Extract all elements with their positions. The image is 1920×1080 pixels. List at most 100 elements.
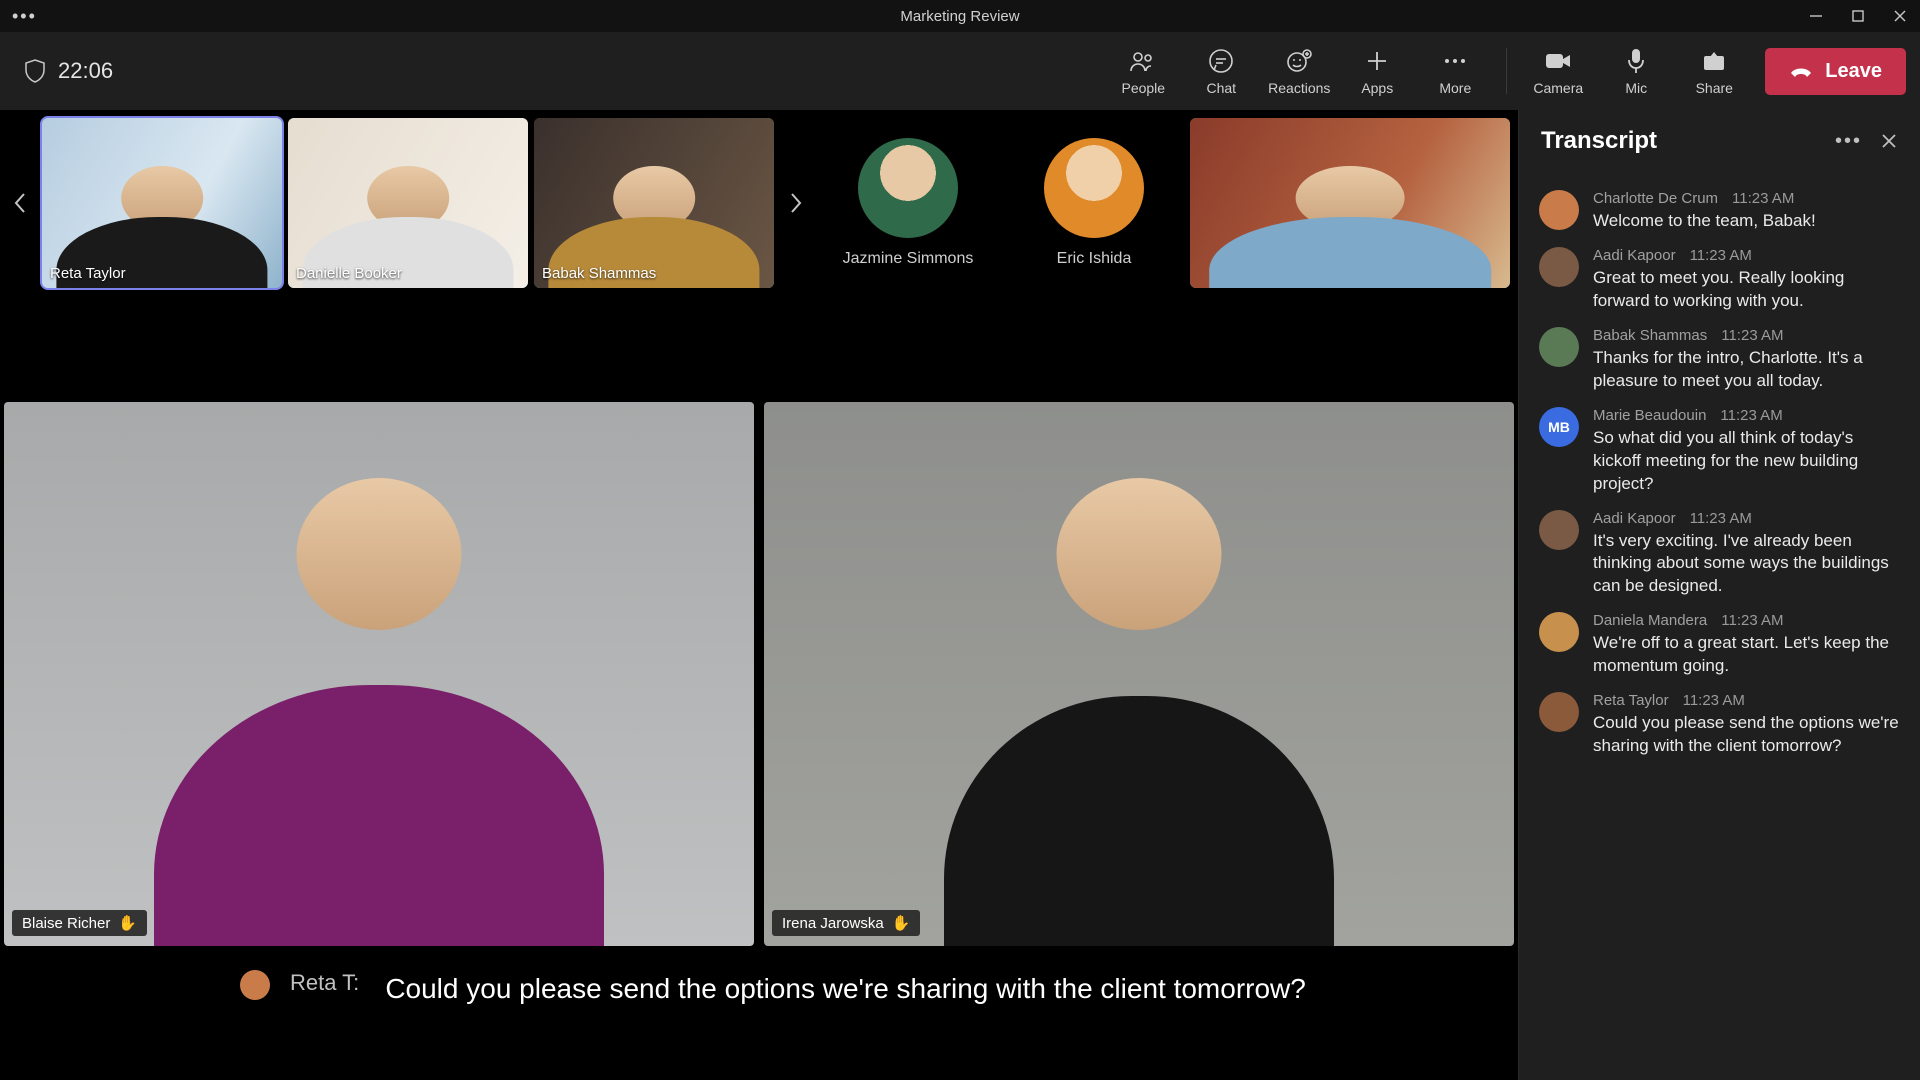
transcript-avatar: MB [1539, 407, 1579, 447]
transcript-speaker: Reta Taylor [1593, 692, 1669, 709]
participant-name: Babak Shammas [542, 265, 656, 282]
participant-tile[interactable]: Danielle Booker [288, 118, 528, 288]
transcript-item: Charlotte De Crum 11:23 AM Welcome to the … [1539, 190, 1900, 233]
participant-strip: Reta Taylor Danielle Booker Babak Shamma… [0, 110, 1518, 292]
caption-speaker: Reta T: [290, 970, 359, 996]
participant-name: Danielle Booker [296, 265, 402, 282]
participant-name: Jazmine Simmons [843, 250, 974, 268]
chat-button[interactable]: Chat [1184, 36, 1258, 106]
apps-button[interactable]: Apps [1340, 36, 1414, 106]
transcript-speaker: Aadi Kapoor [1593, 247, 1676, 264]
transcript-time: 11:23 AM [1690, 510, 1752, 527]
strip-next[interactable] [780, 118, 812, 288]
main-video-row: Blaise Richer ✋ Irena Jarowska ✋ [0, 292, 1518, 950]
action-label: Mic [1625, 80, 1647, 96]
reactions-button[interactable]: Reactions [1262, 36, 1336, 106]
participant-tile[interactable]: Reta Taylor [42, 118, 282, 288]
transcript-time: 11:23 AM [1720, 407, 1782, 424]
plus-icon [1366, 46, 1388, 76]
separator [1506, 48, 1507, 94]
transcript-body[interactable]: Charlotte De Crum 11:23 AM Welcome to the … [1519, 172, 1920, 1080]
camera-icon [1544, 46, 1572, 76]
transcript-text: So what did you all think of today's kic… [1593, 427, 1900, 496]
more-icon [1443, 46, 1467, 76]
shield-icon [24, 59, 46, 83]
transcript-speaker: Daniela Mandera [1593, 612, 1707, 629]
close-icon[interactable] [1892, 8, 1908, 24]
speaker-tile[interactable]: Irena Jarowska ✋ [764, 402, 1514, 946]
participant-name: Irena Jarowska [782, 915, 884, 932]
transcript-text: Could you please send the options we're … [1593, 712, 1900, 758]
participant-name: Eric Ishida [1057, 250, 1132, 268]
participant-name: Reta Taylor [50, 265, 126, 282]
transcript-more-icon[interactable]: ••• [1835, 130, 1862, 153]
avatar [1044, 138, 1144, 238]
participant-avatar[interactable]: Eric Ishida [1004, 118, 1184, 288]
caption-text: Could you please send the options we're … [385, 970, 1306, 1008]
action-label: Share [1696, 80, 1733, 96]
participant-avatar[interactable]: Jazmine Simmons [818, 118, 998, 288]
transcript-text: Thanks for the intro, Charlotte. It's a … [1593, 347, 1900, 393]
hangup-icon [1789, 63, 1813, 79]
transcript-time: 11:23 AM [1721, 327, 1783, 344]
hand-icon: ✋ [118, 914, 137, 932]
transcript-item: Aadi Kapoor11:23 AMIt's very exciting. I… [1539, 510, 1900, 599]
live-caption-bar: Reta T: Could you please send the option… [0, 950, 1518, 1080]
transcript-avatar [1539, 190, 1579, 230]
more-button[interactable]: More [1418, 36, 1492, 106]
chat-icon [1208, 46, 1234, 76]
transcript-avatar [1539, 327, 1579, 367]
caption-avatar [240, 970, 270, 1000]
maximize-icon[interactable] [1850, 8, 1866, 24]
action-label: People [1121, 80, 1165, 96]
leave-button[interactable]: Leave [1765, 48, 1906, 95]
participant-tile[interactable] [1190, 118, 1510, 288]
window-title: Marketing Review [900, 8, 1019, 25]
participant-name: Blaise Richer [22, 915, 110, 932]
action-label: Camera [1533, 80, 1583, 96]
transcript-avatar [1539, 247, 1579, 287]
transcript-time: 11:23 AM [1683, 692, 1745, 709]
transcript-speaker: Marie Beaudouin [1593, 407, 1706, 424]
transcript-avatar [1539, 612, 1579, 652]
transcript-title: Transcript [1541, 127, 1657, 155]
speaker-tile[interactable]: Blaise Richer ✋ [4, 402, 754, 946]
share-icon [1702, 46, 1726, 76]
name-tag: Blaise Richer ✋ [12, 910, 147, 936]
transcript-avatar [1539, 510, 1579, 550]
transcript-item: Daniela Mandera11:23 AMWe're off to a gr… [1539, 612, 1900, 678]
transcript-time: 11:23 AM [1732, 190, 1794, 207]
reactions-icon [1285, 46, 1313, 76]
share-button[interactable]: Share [1677, 36, 1751, 106]
action-label: More [1439, 80, 1471, 96]
transcript-speaker: Aadi Kapoor [1593, 510, 1676, 527]
minimize-icon[interactable] [1808, 8, 1824, 24]
transcript-avatar [1539, 692, 1579, 732]
participant-tile[interactable]: Babak Shammas [534, 118, 774, 288]
camera-button[interactable]: Camera [1521, 36, 1595, 106]
app-menu-icon[interactable]: ••• [12, 6, 37, 27]
transcript-item: Babak Shammas 11:23 AM Thanks for the intr… [1539, 327, 1900, 393]
name-tag: Irena Jarowska ✋ [772, 910, 920, 936]
transcript-speaker: Babak Shammas [1593, 327, 1707, 344]
strip-prev[interactable] [4, 118, 36, 288]
transcript-speaker: Charlotte De Crum [1593, 190, 1718, 207]
transcript-item: Aadi Kapoor 11:23 AM Great to meet you. Re… [1539, 247, 1900, 313]
transcript-time: 11:23 AM [1690, 247, 1752, 264]
people-icon [1129, 46, 1157, 76]
transcript-close-icon[interactable] [1880, 132, 1898, 150]
transcript-header: Transcript ••• [1519, 110, 1920, 172]
transcript-text: Welcome to the team, Babak! [1593, 210, 1900, 233]
title-bar: ••• Marketing Review [0, 0, 1920, 32]
leave-label: Leave [1825, 60, 1882, 83]
mic-button[interactable]: Mic [1599, 36, 1673, 106]
call-timer: 22:06 [58, 58, 113, 84]
transcript-text: Great to meet you. Really looking forwar… [1593, 267, 1900, 313]
transcript-text: We're off to a great start. Let's keep t… [1593, 632, 1900, 678]
action-label: Apps [1361, 80, 1393, 96]
action-label: Chat [1206, 80, 1236, 96]
meeting-stage: Reta Taylor Danielle Booker Babak Shamma… [0, 110, 1518, 1080]
transcript-item: MB Marie Beaudouin 11:23 AM So what did you… [1539, 407, 1900, 496]
mic-icon [1626, 46, 1646, 76]
people-button[interactable]: People [1106, 36, 1180, 106]
